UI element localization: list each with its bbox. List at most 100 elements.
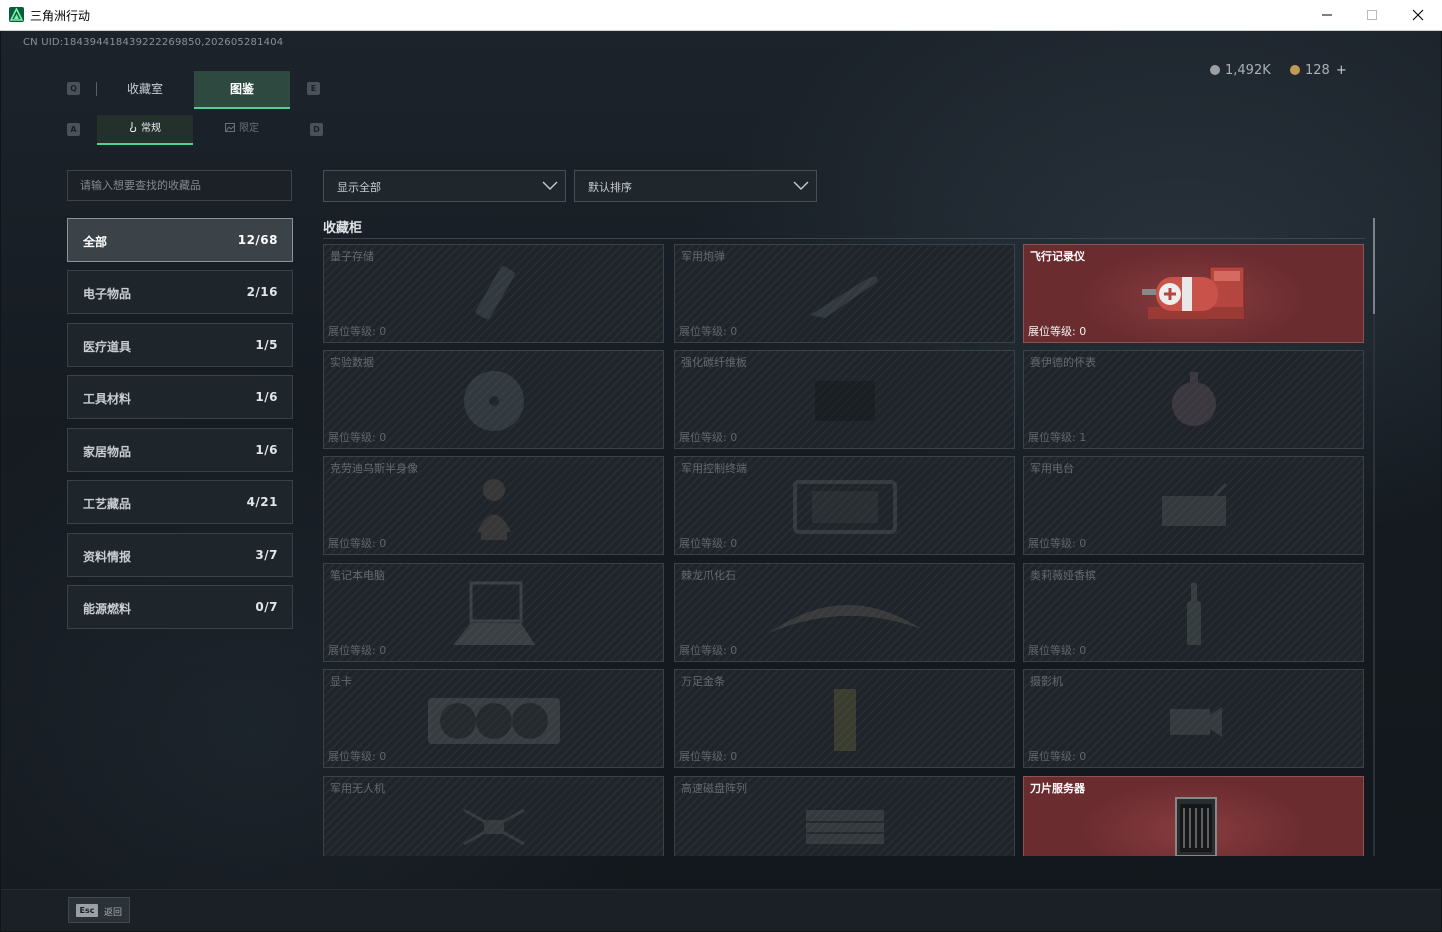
- category-name: 能源燃料: [83, 602, 132, 616]
- item-card[interactable]: 强化碳纤维板 展位等级: 0: [674, 350, 1015, 449]
- item-level: 展位等级: 0: [679, 431, 738, 444]
- key-hint-q: Q: [67, 82, 80, 95]
- claw-fossil-icon: [768, 605, 921, 634]
- category-crafts[interactable]: 工艺藏品 4/21: [67, 480, 293, 524]
- item-level: 展位等级: 0: [1028, 750, 1087, 763]
- app-logo-icon: [9, 7, 24, 22]
- filter-dropdown[interactable]: 显示全部: [323, 170, 566, 202]
- divider: [323, 238, 1365, 239]
- category-intel[interactable]: 资料情报 3/7: [67, 533, 293, 577]
- item-card[interactable]: 军用无人机 展位等级: 0: [323, 776, 664, 856]
- close-window-button[interactable]: [1395, 0, 1441, 30]
- gold-coin-icon: [1290, 65, 1300, 75]
- artillery-shell-icon: [809, 276, 877, 319]
- pocket-watch-icon: [1171, 372, 1216, 427]
- sort-dropdown[interactable]: 默认排序: [574, 170, 817, 202]
- item-level: 展位等级: 0: [679, 644, 738, 657]
- item-level: 展位等级: 0: [1028, 644, 1087, 657]
- image-icon: [225, 123, 235, 132]
- back-button[interactable]: Esc 返回: [68, 897, 130, 923]
- category-fuel[interactable]: 能源燃料 0/7: [67, 585, 293, 629]
- item-card-owned[interactable]: 刀片服务器 展位等级: 0: [1023, 776, 1364, 856]
- item-level: 展位等级: 0: [328, 537, 387, 550]
- item-level: 展位等级: 0: [328, 431, 387, 444]
- item-card[interactable]: 量子存储 展位等级: 0: [323, 244, 664, 343]
- item-card[interactable]: 棘龙爪化石 展位等级: 0: [674, 563, 1015, 662]
- tab-collection-room[interactable]: 收藏室: [97, 71, 193, 107]
- category-all[interactable]: 全部 12/68: [67, 218, 293, 262]
- item-level: 展位等级: 0: [1028, 537, 1087, 550]
- item-name: 刀片服务器: [1030, 782, 1085, 795]
- item-card[interactable]: 军用炮弹 展位等级: 0: [674, 244, 1015, 343]
- graphics-card-icon: [427, 698, 560, 745]
- category-count: 3/7: [255, 548, 278, 562]
- carbon-plate-icon: [814, 381, 875, 422]
- currency-gold: 128 +: [1290, 63, 1347, 78]
- category-name: 资料情报: [83, 550, 132, 564]
- chevron-down-icon: [542, 181, 558, 190]
- scrollbar-thumb[interactable]: [1373, 218, 1375, 314]
- category-count: 2/16: [246, 285, 278, 299]
- item-card[interactable]: 军用电台 展位等级: 0: [1023, 456, 1364, 555]
- maximize-button[interactable]: [1349, 0, 1395, 30]
- item-level: 展位等级: 0: [1028, 325, 1087, 338]
- minimize-icon: [1322, 14, 1332, 16]
- item-name: 飞行记录仪: [1030, 250, 1085, 263]
- item-card-owned[interactable]: 飞行记录仪 展位等级: 0: [1023, 244, 1364, 343]
- item-name: 军用电台: [1030, 462, 1074, 475]
- search-input[interactable]: [68, 171, 291, 200]
- item-name: 赛伊德的怀表: [1030, 356, 1096, 369]
- subtab-limited[interactable]: 限定: [194, 115, 290, 143]
- item-level: 展位等级: 1: [1028, 431, 1087, 444]
- category-count: 1/5: [255, 338, 278, 352]
- item-card[interactable]: 军用控制终端 展位等级: 0: [674, 456, 1015, 555]
- item-card[interactable]: 笔记本电脑 展位等级: 0: [323, 563, 664, 662]
- item-card[interactable]: 万足金条 展位等级: 0: [674, 669, 1015, 768]
- add-currency-button[interactable]: +: [1336, 63, 1347, 78]
- item-card[interactable]: 摄影机 展位等级: 0: [1023, 669, 1364, 768]
- category-name: 医疗道具: [83, 340, 132, 354]
- item-level: 展位等级: 0: [328, 855, 386, 856]
- item-name: 军用无人机: [330, 782, 385, 795]
- currency-coin: 1,492K: [1210, 63, 1271, 78]
- item-name: 棘龙爪化石: [681, 569, 736, 582]
- disc-icon: [463, 371, 524, 432]
- tab-catalog[interactable]: 图鉴: [194, 71, 290, 109]
- disk-array-icon: [805, 810, 884, 845]
- item-name: 显卡: [330, 675, 352, 688]
- category-household[interactable]: 家居物品 1/6: [67, 428, 293, 472]
- subtab-normal[interactable]: 常规: [97, 115, 193, 145]
- item-name: 克劳迪乌斯半身像: [330, 462, 418, 475]
- item-level: 展位等级: 0: [679, 855, 737, 856]
- item-card[interactable]: 克劳迪乌斯半身像 展位等级: 0: [323, 456, 664, 555]
- category-count: 0/7: [255, 600, 278, 614]
- drone-icon: [462, 809, 525, 846]
- window-titlebar: 三角洲行动: [0, 0, 1442, 31]
- bust-icon: [476, 479, 511, 541]
- flight-recorder-icon: [1141, 266, 1244, 320]
- item-card[interactable]: 实验数据 展位等级: 0: [323, 350, 664, 449]
- gold-bar-icon: [833, 689, 856, 752]
- item-card[interactable]: 赛伊德的怀表 展位等级: 1: [1023, 350, 1364, 449]
- filter-dropdown-value: 显示全部: [337, 181, 381, 194]
- category-electronics[interactable]: 电子物品 2/16: [67, 270, 293, 314]
- game-screen: CN UID:184394418439222269850,20260528140…: [1, 31, 1441, 931]
- item-name: 军用控制终端: [681, 462, 747, 475]
- category-count: 4/21: [246, 495, 278, 509]
- item-name: 强化碳纤维板: [681, 356, 747, 369]
- item-level: 展位等级: 0: [328, 325, 387, 338]
- item-name: 摄影机: [1030, 675, 1063, 688]
- item-card[interactable]: 奥莉薇娅香槟 展位等级: 0: [1023, 563, 1364, 662]
- item-card[interactable]: 高速磁盘阵列 展位等级: 0: [674, 776, 1015, 856]
- search-box: [67, 170, 292, 201]
- subtab-normal-label: 常规: [141, 123, 161, 134]
- currency-gold-value: 128: [1305, 63, 1330, 78]
- item-level: 展位等级: 0: [328, 644, 387, 657]
- close-icon: [1412, 9, 1424, 21]
- player-uid: CN UID:184394418439222269850,20260528140…: [23, 37, 284, 48]
- item-card[interactable]: 显卡 展位等级: 0: [323, 669, 664, 768]
- category-medical[interactable]: 医疗道具 1/5: [67, 323, 293, 367]
- category-tools[interactable]: 工具材料 1/6: [67, 375, 293, 419]
- minimize-button[interactable]: [1304, 0, 1350, 30]
- laptop-icon: [452, 581, 535, 646]
